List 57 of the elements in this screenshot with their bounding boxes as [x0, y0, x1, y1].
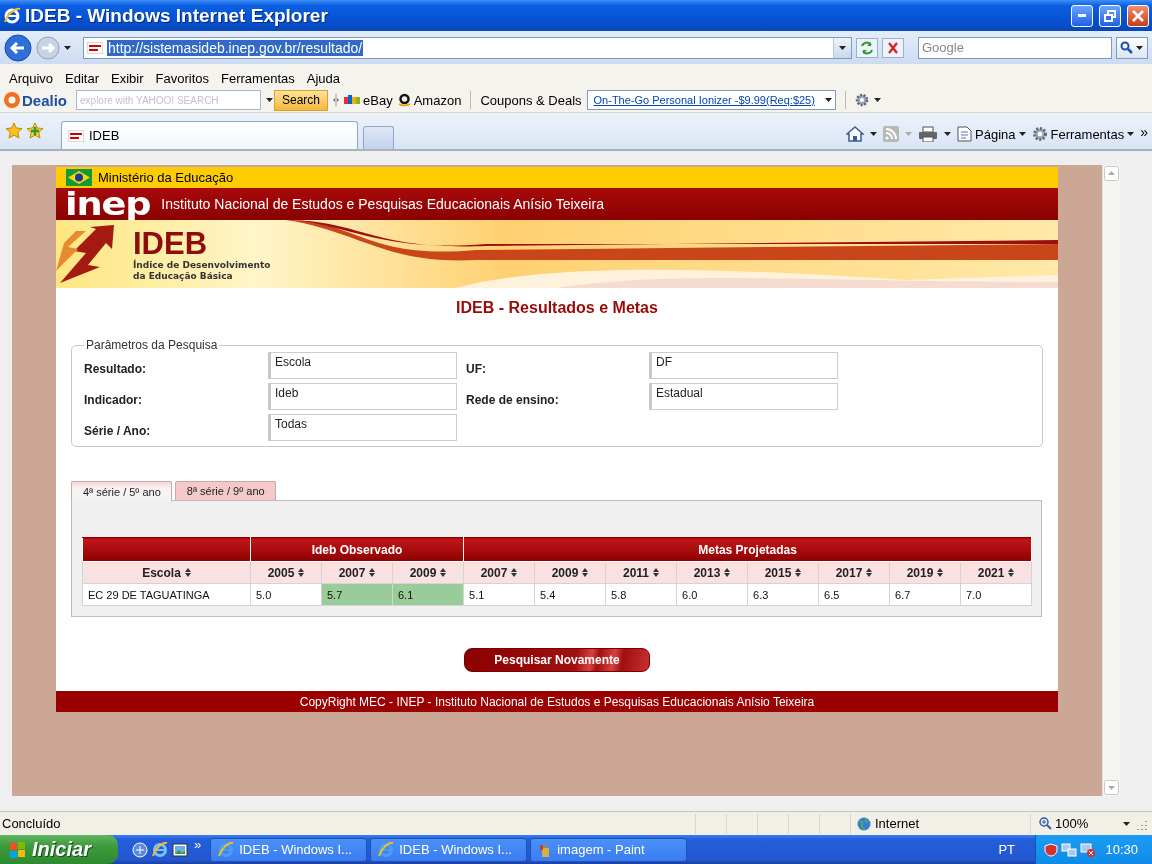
field-label: Indicador:	[84, 392, 143, 407]
address-field[interactable]: http://sistemasideb.inep.gov.br/resultado/	[83, 36, 852, 59]
start-button[interactable]: Iniciar	[0, 835, 118, 864]
menu-item[interactable]: Exibir	[105, 71, 150, 86]
group-header: Metas Projetadas	[463, 537, 1032, 562]
zoom-control[interactable]: 100%	[1030, 813, 1130, 834]
taskbar-button[interactable]: IDEB - Windows I...	[370, 837, 528, 862]
table-cell: EC 29 DE TAGUATINGA	[82, 583, 251, 606]
url-text: http://sistemasideb.inep.gov.br/resultado/	[107, 39, 364, 56]
value-field: Escola	[268, 352, 457, 379]
menu-item[interactable]: Ferramentas	[215, 71, 301, 86]
column-header[interactable]: Escola	[82, 561, 251, 584]
browser-tab[interactable]: IDEB	[61, 121, 358, 149]
status-text: Concluído	[1, 816, 62, 831]
toolbar-link[interactable]: eBay	[344, 92, 393, 108]
banner-subtitle: Índice de Desenvolvimento	[133, 260, 271, 271]
menu-item[interactable]: Arquivo	[3, 71, 60, 86]
value-field: Todas	[268, 414, 457, 441]
panel-legend: Parâmetros da Pesquisa	[84, 338, 220, 352]
footer-text: CopyRight MEC - INEP - Instituto Nacional de Estudos e Pesquisas Educacionais Anísio Teixeira	[299, 694, 815, 709]
toolbar-search-field[interactable]: explore with YAHOO! SEARCH	[76, 90, 261, 110]
ministry-name: Ministério da Educação	[98, 170, 234, 185]
value-field: Estadual	[649, 383, 838, 410]
menu-item[interactable]: Favoritos	[149, 71, 216, 86]
window-title: IDEB - Windows Internet Explorer	[25, 4, 329, 27]
field-label: Rede de ensino:	[466, 392, 560, 407]
toolbar-link[interactable]: Amazon	[397, 92, 462, 108]
taskbar-button[interactable]: imagem - Paint	[530, 837, 688, 862]
zone-label: Internet	[875, 816, 920, 831]
banner-title: IDEB	[133, 228, 208, 260]
more-chevron[interactable]: »	[194, 837, 202, 852]
search-button[interactable]: Search	[274, 89, 329, 111]
inep-logo: inep	[65, 190, 151, 218]
offer-dropdown[interactable]: On-The-Go Personal Ionizer -$9.99(Req:$25)	[586, 90, 836, 110]
page-heading: IDEB - Resultados e Metas	[456, 298, 658, 318]
result-tab[interactable]: 4ª série / 5º ano	[71, 481, 172, 501]
language-indicator[interactable]: PT	[998, 842, 1015, 857]
value-field: Ideb	[268, 383, 457, 410]
command-button[interactable]: Página	[957, 126, 1026, 142]
menu-item[interactable]: Editar	[59, 71, 106, 86]
taskbar-button[interactable]: IDEB - Windows I...	[210, 837, 368, 862]
clock: 10:30	[1105, 842, 1138, 857]
command-button[interactable]: Ferramentas	[1031, 126, 1135, 142]
search-again-button[interactable]: Pesquisar Novamente	[464, 648, 650, 672]
result-tab[interactable]: 8ª série / 9º ano	[174, 481, 276, 500]
dealio-logo[interactable]: Dealio	[4, 91, 67, 109]
toolbar-link[interactable]: Coupons & Deals	[480, 92, 582, 108]
field-label: Resultado:	[84, 361, 147, 376]
institute-name: Instituto Nacional de Estudos e Pesquisas Educacionais Anísio Teixeira	[161, 196, 604, 212]
value-field: DF	[649, 352, 838, 379]
banner-subtitle: da Educação Básica	[133, 271, 233, 282]
field-label: Série / Ano:	[84, 423, 152, 438]
group-header: Ideb Observado	[250, 537, 464, 562]
field-label: UF:	[466, 361, 487, 376]
more-chevron[interactable]: »	[1140, 124, 1148, 140]
menu-item[interactable]: Ajuda	[300, 71, 346, 86]
search-field[interactable]: Google	[918, 36, 1112, 59]
